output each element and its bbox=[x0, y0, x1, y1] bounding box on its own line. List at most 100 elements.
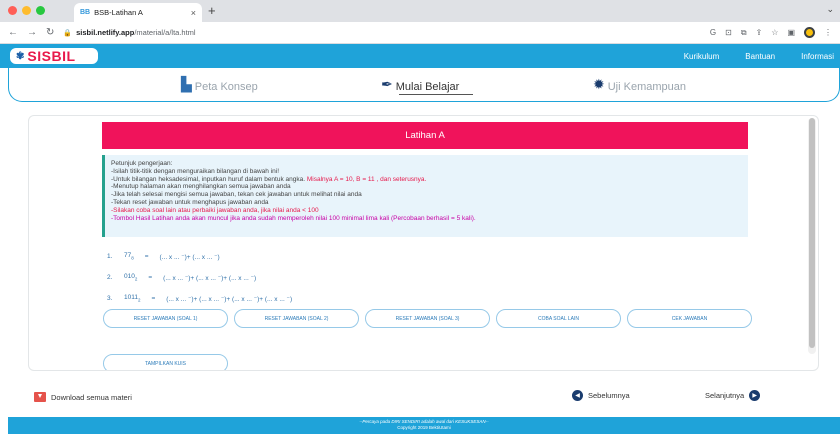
brain-icon: ✹ bbox=[593, 76, 605, 92]
term-base: 1011 bbox=[124, 294, 138, 302]
download-all-link[interactable]: Download semua materi bbox=[34, 392, 132, 402]
nav-kurikulum[interactable]: Kurikulum bbox=[684, 52, 720, 61]
tab-favicon-icon: BB bbox=[80, 9, 91, 16]
download-label: Download semua materi bbox=[51, 392, 132, 402]
instruction-line: -Jika telah selesai mengisi semua jawaba… bbox=[111, 191, 362, 199]
equals-sign: = bbox=[148, 274, 153, 281]
browser-tab-bar: BB BSB-Latihan A × + ⌄ bbox=[0, 0, 840, 22]
equals-sign: = bbox=[144, 253, 149, 260]
url-path: /material/a/lta.html bbox=[134, 28, 196, 37]
bookmark-star-icon[interactable]: ☆ bbox=[771, 28, 778, 37]
menu-kebab-icon[interactable]: ⋮ bbox=[824, 28, 832, 37]
google-icon[interactable]: G bbox=[710, 28, 716, 37]
logo-text: SISBIL bbox=[27, 48, 76, 64]
exercise-frame: Latihan A Petunjuk pengerjaan: -Isilah t… bbox=[28, 115, 819, 371]
install-icon[interactable]: ⊡ bbox=[725, 28, 732, 37]
translate-icon[interactable]: ⧉ bbox=[741, 28, 747, 38]
tab-peta-konsep[interactable]: ▙ Peta Konsep bbox=[181, 76, 258, 93]
question-list: 1. 778 = (... x ... ⁻)+ (... x ... ⁻) 2.… bbox=[107, 246, 292, 309]
maximize-window-button[interactable] bbox=[36, 6, 45, 15]
scrollbar[interactable] bbox=[808, 118, 816, 354]
tab-title: BSB-Latihan A bbox=[94, 8, 143, 17]
minimize-window-button[interactable] bbox=[22, 6, 31, 15]
url-domain: sisbil.netlify.app bbox=[76, 28, 135, 37]
coba-soal-lain-button[interactable]: Coba Soal Lain bbox=[496, 309, 621, 328]
prev-label: Sebelumnya bbox=[588, 391, 630, 400]
tab-uji-kemampuan[interactable]: ✹ Uji Kemampuan bbox=[593, 76, 686, 93]
question-number: 3. bbox=[107, 295, 113, 302]
instruction-line: -Isilah titik-titik dengan menguraikan b… bbox=[111, 167, 280, 175]
next-link[interactable]: Selanjutnya ▶ bbox=[705, 390, 761, 401]
reset-soal-3-button[interactable]: Reset Jawaban (Soal 3) bbox=[365, 309, 490, 328]
reset-soal-1-button[interactable]: Reset Jawaban (Soal 1) bbox=[103, 309, 228, 328]
chart-icon: ▙ bbox=[181, 76, 192, 92]
sidebar-icon[interactable]: ▣ bbox=[787, 28, 795, 37]
instruction-text: -Untuk bilangan heksadesimal, inputkan h… bbox=[111, 175, 307, 183]
answer-expression[interactable]: (... x ... ⁻)+ (... x ... ⁻)+ (... x ...… bbox=[166, 295, 292, 303]
chevron-left-icon: ◀ bbox=[572, 390, 583, 401]
lock-icon: 🔒 bbox=[63, 29, 73, 37]
question-item: 2. 0102 = (... x ... ⁻)+ (... x ... ⁻)+ … bbox=[107, 267, 292, 288]
term-base-subscript: 8 bbox=[131, 255, 134, 261]
tab-uji-kemampuan-label: Uji Kemampuan bbox=[607, 81, 686, 93]
term-base-subscript: 2 bbox=[134, 276, 138, 282]
tab-peta-konsep-label: Peta Konsep bbox=[194, 81, 258, 93]
active-tab-underline bbox=[399, 94, 473, 95]
profile-avatar-icon[interactable] bbox=[804, 27, 815, 38]
equals-sign: = bbox=[151, 295, 156, 302]
browser-toolbar: ← → ↻ 🔒 sisbil.netlify.app/material/a/lt… bbox=[0, 22, 840, 44]
window-controls bbox=[8, 6, 45, 15]
download-icon bbox=[34, 392, 46, 402]
answer-expression[interactable]: (... x ... ⁻)+ (... x ... ⁻)+ (... x ...… bbox=[163, 274, 256, 282]
answer-expression[interactable]: (... x ... ⁻)+ (... x ... ⁻) bbox=[160, 253, 220, 261]
question-number: 2. bbox=[107, 274, 113, 281]
cek-jawaban-button[interactable]: Cek Jawaban bbox=[627, 309, 752, 328]
instruction-line: -Silakan coba soal lain atau perbaiki ja… bbox=[111, 206, 319, 214]
back-arrow-icon[interactable]: ← bbox=[8, 27, 18, 38]
tab-search-icon[interactable]: ⌄ bbox=[826, 4, 834, 15]
instruction-example: Misalnya A = 10, B = 11 , dan seterusnya… bbox=[306, 175, 427, 183]
nav-bantuan[interactable]: Bantuan bbox=[745, 52, 775, 61]
site-footer: --Percaya pada DIRI SENDIRI adalah awal … bbox=[8, 417, 840, 434]
question-term: 0102 bbox=[124, 273, 137, 281]
site-header: ✾ SISBIL Kurikulum Bantuan Informasi bbox=[0, 44, 840, 68]
question-term: 778 bbox=[124, 252, 134, 260]
question-item: 3. 10112 = (... x ... ⁻)+ (... x ... ⁻)+… bbox=[107, 288, 292, 309]
pen-icon: ✒ bbox=[381, 76, 393, 92]
nav-informasi[interactable]: Informasi bbox=[801, 52, 834, 61]
instruction-line: -Menutup halaman akan menghilangkan semu… bbox=[111, 183, 291, 191]
logo-icon: ✾ bbox=[16, 50, 25, 62]
instructions-box: Petunjuk pengerjaan: -Isilah titik-titik… bbox=[102, 155, 748, 237]
term-base: 010 bbox=[124, 273, 135, 281]
instruction-line: -Tombol Hasil Latihan anda akan muncul j… bbox=[111, 214, 476, 222]
scrollbar-thumb[interactable] bbox=[809, 118, 815, 348]
mode-tabs: ▙ Peta Konsep ✒ Mulai Belajar ✹ Uji Kema… bbox=[8, 68, 840, 102]
prev-link[interactable]: ◀ Sebelumnya bbox=[572, 390, 630, 401]
close-window-button[interactable] bbox=[8, 6, 17, 15]
instructions-heading: Petunjuk pengerjaan: bbox=[111, 160, 173, 167]
instruction-line: -Tekan reset jawaban untuk menghapus jaw… bbox=[111, 198, 269, 206]
page-title: Latihan A bbox=[102, 122, 748, 149]
action-buttons: Reset Jawaban (Soal 1) Reset Jawaban (So… bbox=[103, 309, 752, 328]
browser-tab[interactable]: BB BSB-Latihan A × bbox=[74, 3, 202, 22]
share-icon[interactable]: ⇪ bbox=[756, 28, 763, 37]
instruction-line: -Untuk bilangan heksadesimal, inputkan h… bbox=[111, 176, 748, 184]
new-tab-button[interactable]: + bbox=[208, 3, 216, 18]
top-nav: Kurikulum Bantuan Informasi bbox=[684, 44, 840, 68]
footer-copyright: Copyright 2019 BektiUtami bbox=[397, 425, 451, 430]
site-logo[interactable]: ✾ SISBIL bbox=[8, 46, 100, 66]
tab-mulai-belajar-label: Mulai Belajar bbox=[395, 81, 460, 93]
tampilkan-kuis-button[interactable]: Tampilkan Kuis bbox=[103, 354, 228, 370]
term-base-subscript: 2 bbox=[137, 297, 141, 303]
forward-arrow-icon[interactable]: → bbox=[27, 27, 37, 38]
tab-close-icon[interactable]: × bbox=[191, 8, 196, 18]
question-term: 10112 bbox=[124, 294, 141, 302]
toolbar-icons: G ⊡ ⧉ ⇪ ☆ ▣ ⋮ bbox=[710, 27, 832, 38]
chevron-right-icon: ▶ bbox=[749, 390, 761, 401]
question-item: 1. 778 = (... x ... ⁻)+ (... x ... ⁻) bbox=[107, 246, 292, 267]
question-number: 1. bbox=[107, 253, 113, 260]
address-bar[interactable]: 🔒 sisbil.netlify.app/material/a/lta.html bbox=[63, 28, 701, 37]
reset-soal-2-button[interactable]: Reset Jawaban (Soal 2) bbox=[234, 309, 359, 328]
reload-icon[interactable]: ↻ bbox=[46, 27, 54, 38]
tab-mulai-belajar[interactable]: ✒ Mulai Belajar bbox=[381, 76, 459, 93]
